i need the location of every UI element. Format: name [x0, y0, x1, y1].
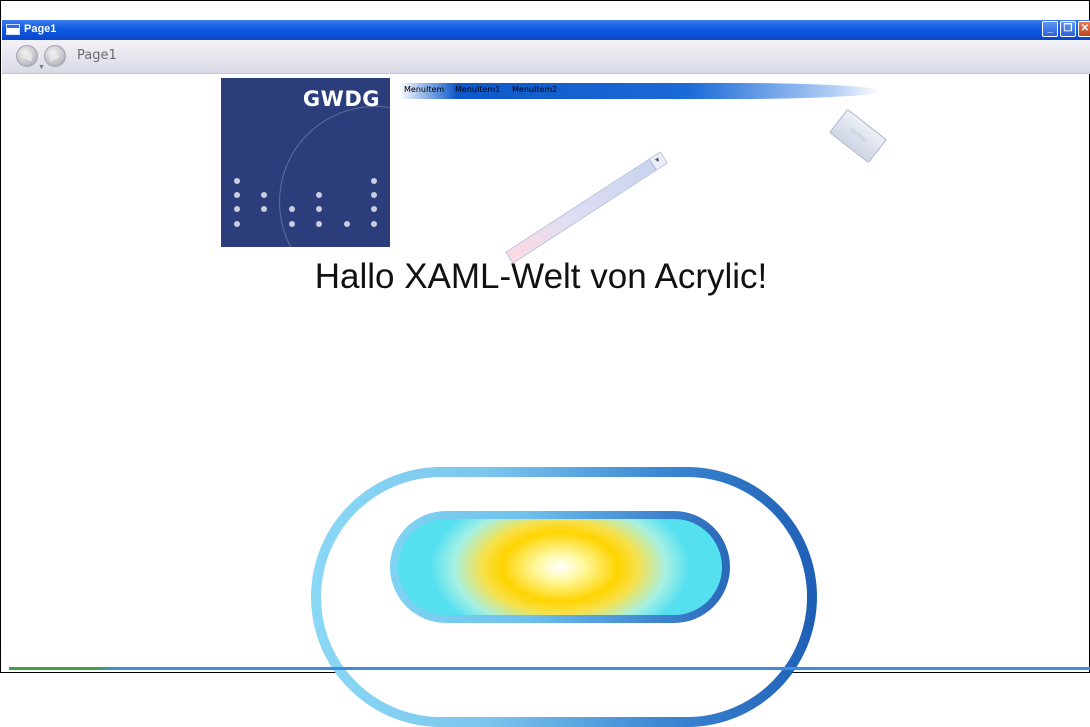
rotated-button[interactable]: Button: [829, 108, 887, 164]
window-icon: [6, 24, 20, 35]
page-title: Page1: [77, 48, 117, 63]
logo-dot: [316, 221, 322, 227]
chevron-down-icon[interactable]: ▼: [649, 152, 667, 170]
application-window: Page1 _ ❐ ✕ ◀ ▶ ▼ Page1 GWDG MenuItem Me…: [0, 0, 1090, 717]
menu-item-0[interactable]: MenuItem: [404, 85, 444, 94]
back-button[interactable]: ◀: [16, 45, 38, 67]
gradient-pill-shape: [390, 511, 730, 623]
minimize-button[interactable]: _: [1042, 21, 1058, 37]
logo-dot: [371, 178, 377, 184]
logo-dot: [234, 221, 240, 227]
gwdg-logo: GWDG: [221, 78, 390, 247]
logo-dot: [261, 192, 267, 198]
navigation-bar: ◀ ▶ ▼ Page1: [2, 40, 1090, 74]
greeting-heading: Hallo XAML-Welt von Acrylic!: [314, 257, 768, 296]
bottom-accent-line: [9, 667, 1090, 670]
window-title: Page1: [24, 23, 57, 35]
forward-button[interactable]: ▶: [44, 45, 66, 67]
menu-item-1[interactable]: MenuItem1: [455, 85, 500, 94]
restore-button[interactable]: ❐: [1060, 21, 1076, 37]
logo-dot: [261, 206, 267, 212]
logo-dot: [234, 192, 240, 198]
menu-item-2[interactable]: MenuItem2: [512, 85, 557, 94]
menu-bar: MenuItem MenuItem1 MenuItem2: [399, 83, 881, 99]
logo-dot: [371, 221, 377, 227]
logo-dot: [234, 178, 240, 184]
logo-dot: [371, 206, 377, 212]
logo-dot: [371, 192, 377, 198]
history-dropdown-icon[interactable]: ▼: [38, 64, 45, 71]
logo-dot: [289, 206, 295, 212]
logo-dot: [289, 221, 295, 227]
logo-dot: [344, 221, 350, 227]
title-bar: Page1 _ ❐ ✕: [2, 20, 1090, 40]
close-button[interactable]: ✕: [1078, 21, 1090, 37]
logo-dot: [234, 206, 240, 212]
logo-dot: [316, 206, 322, 212]
logo-dot: [316, 192, 322, 198]
rotated-combobox[interactable]: ▼: [505, 151, 668, 264]
